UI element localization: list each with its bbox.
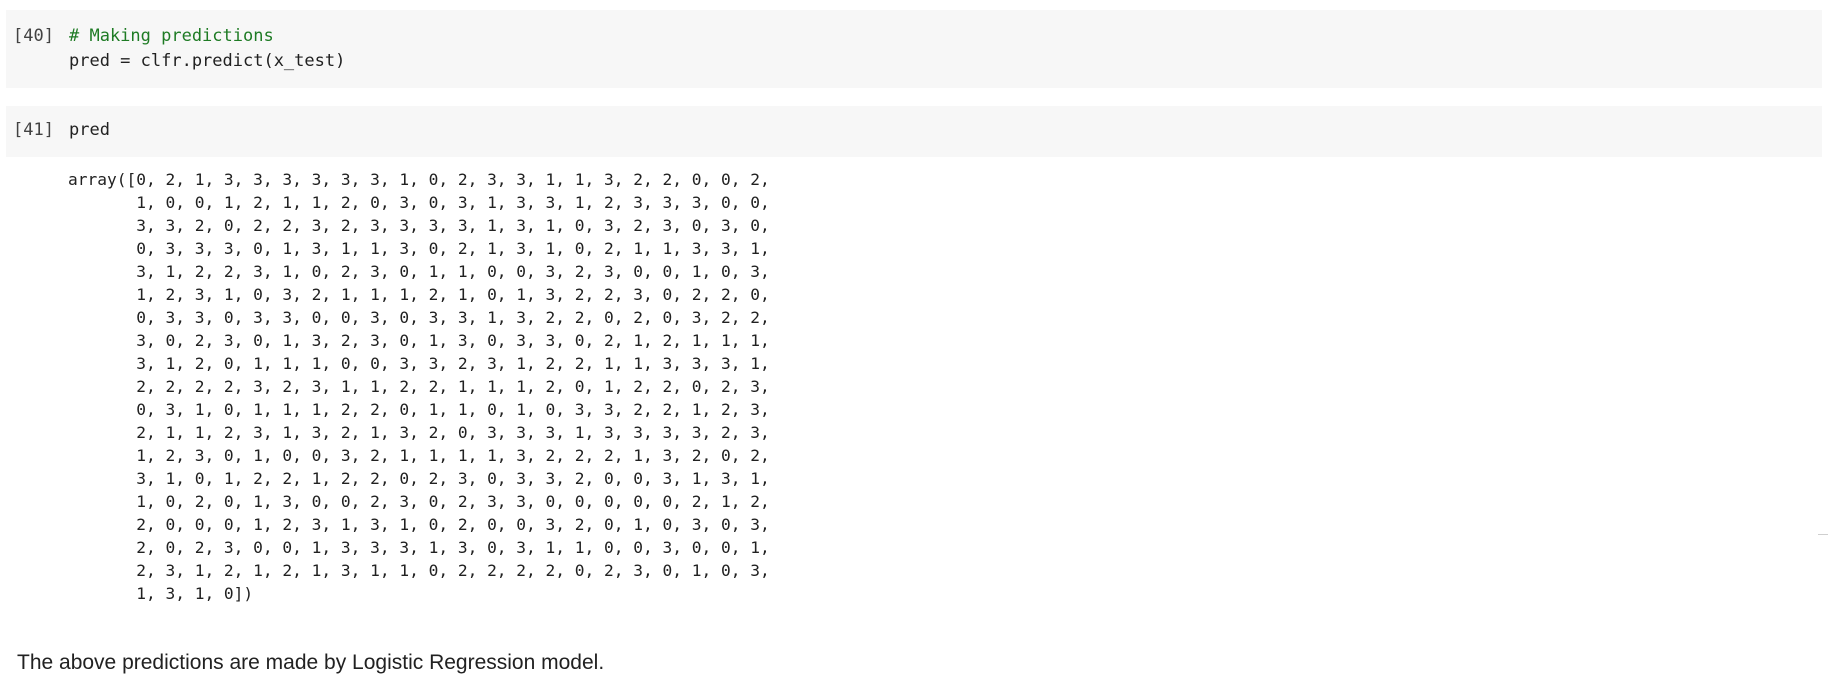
code-cell-40[interactable]: [40] # Making predictions pred = clfr.pr… (6, 10, 1822, 88)
output-line: 2, 0, 2, 3, 0, 0, 1, 3, 3, 3, 1, 3, 0, 3… (68, 538, 770, 557)
output-line: 0, 3, 1, 0, 1, 1, 1, 2, 2, 0, 1, 1, 0, 1… (68, 400, 770, 419)
markdown-cell-text: The above predictions are made by Logist… (17, 651, 605, 674)
cell-output: array([0, 2, 1, 3, 3, 3, 3, 3, 3, 1, 0, … (68, 168, 770, 605)
output-line: 0, 3, 3, 0, 3, 3, 0, 0, 3, 0, 3, 3, 1, 3… (68, 308, 770, 327)
code-line: pred (69, 120, 110, 140)
code-cell-41[interactable]: [41] pred (6, 106, 1822, 157)
execution-count: [40] (13, 26, 54, 46)
output-line: 3, 1, 2, 0, 1, 1, 1, 0, 0, 3, 3, 2, 3, 1… (68, 354, 770, 373)
output-line: 1, 0, 2, 0, 1, 3, 0, 0, 2, 3, 0, 2, 3, 3… (68, 492, 770, 511)
output-line: 0, 3, 3, 3, 0, 1, 3, 1, 1, 3, 0, 2, 1, 3… (68, 239, 770, 258)
output-line: 2, 2, 2, 2, 3, 2, 3, 1, 1, 2, 2, 1, 1, 1… (68, 377, 770, 396)
output-line: 2, 0, 0, 0, 1, 2, 3, 1, 3, 1, 0, 2, 0, 0… (68, 515, 770, 534)
output-line: 3, 3, 2, 0, 2, 2, 3, 2, 3, 3, 3, 3, 1, 3… (68, 216, 770, 235)
output-line: 1, 3, 1, 0]) (68, 584, 254, 603)
output-line: 1, 2, 3, 0, 1, 0, 0, 3, 2, 1, 1, 1, 1, 3… (68, 446, 770, 465)
output-line: 1, 2, 3, 1, 0, 3, 2, 1, 1, 1, 2, 1, 0, 1… (68, 285, 770, 304)
output-line: 3, 1, 0, 1, 2, 2, 1, 2, 2, 0, 2, 3, 0, 3… (68, 469, 770, 488)
output-line: 1, 0, 0, 1, 2, 1, 1, 2, 0, 3, 0, 3, 1, 3… (68, 193, 770, 212)
code-line: pred = clfr.predict(x_test) (69, 51, 346, 71)
output-line: 3, 1, 2, 2, 3, 1, 0, 2, 3, 0, 1, 1, 0, 0… (68, 262, 770, 281)
execution-count: [41] (13, 120, 54, 140)
output-line: 2, 1, 1, 2, 3, 1, 3, 2, 1, 3, 2, 0, 3, 3… (68, 423, 770, 442)
output-line: 2, 3, 1, 2, 1, 2, 1, 3, 1, 1, 0, 2, 2, 2… (68, 561, 770, 580)
code-comment: # Making predictions (69, 26, 274, 46)
output-line: array([0, 2, 1, 3, 3, 3, 3, 3, 3, 1, 0, … (68, 170, 770, 189)
output-line: 3, 0, 2, 3, 0, 1, 3, 2, 3, 0, 1, 3, 0, 3… (68, 331, 770, 350)
cell-divider (1818, 534, 1828, 535)
